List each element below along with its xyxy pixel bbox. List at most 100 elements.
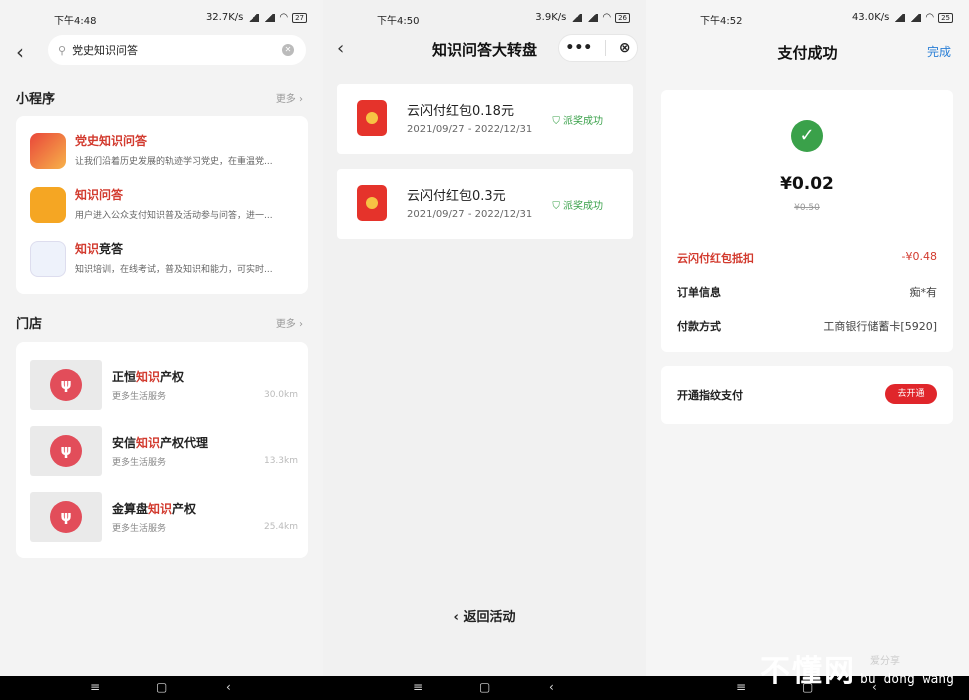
- payment-method-row: 付款方式 工商银行储蓄卡[5920]: [677, 320, 937, 333]
- store-name: 正恒知识产权: [112, 370, 185, 384]
- done-button[interactable]: 完成: [927, 43, 951, 60]
- store-item[interactable]: ψ 正恒知识产权 更多生活服务 30.0km: [30, 360, 298, 414]
- store-image: ψ: [30, 492, 102, 542]
- network-speed: 3.9K/s: [535, 12, 567, 23]
- wifi-icon: ◠: [602, 12, 612, 23]
- miniprogram-name: 知识问答: [75, 188, 124, 202]
- checkmark-icon: ✓: [791, 120, 823, 152]
- reward-card[interactable]: 云闪付红包0.18元 2021/09/27 - 2022/12/31 ⛉ 派奖成…: [337, 84, 633, 154]
- battery-icon: 25: [938, 12, 953, 23]
- signal-icon: [247, 13, 260, 22]
- menu-icon[interactable]: ≡: [90, 680, 100, 694]
- store-list: ψ 正恒知识产权 更多生活服务 30.0km ψ 安信知识产权代理 更多生活服务…: [16, 342, 308, 558]
- store-name: 安信知识产权代理: [112, 436, 209, 450]
- fingerprint-pay-card: 开通指纹支付 去开通: [661, 366, 953, 424]
- store-logo-icon: ψ: [50, 501, 82, 533]
- store-name: 金算盘知识产权: [112, 502, 197, 516]
- qa-app-icon: [30, 187, 66, 223]
- store-distance: 13.3km: [263, 456, 298, 466]
- reward-status: ⛉ 派奖成功: [552, 201, 603, 212]
- paid-amount: ¥0.02: [780, 174, 834, 194]
- watermark: 不懂网 爱分享 bu dong wang: [760, 654, 954, 689]
- store-item[interactable]: ψ 安信知识产权代理 更多生活服务 13.3km: [30, 426, 298, 480]
- title-bar: ‹ 知识问答大转盘 ••• ⊗: [323, 30, 646, 70]
- return-activity-button[interactable]: ‹ 返回活动: [323, 606, 646, 625]
- search-results-screen: 下午4:48 32.7K/s ◠ 27 ‹ ⚲ 党史知识问答 ✕ 小程序 更多 …: [0, 0, 323, 676]
- red-envelope-icon: [357, 100, 387, 136]
- status-time: 下午4:48: [54, 16, 97, 27]
- status-time: 下午4:50: [377, 16, 420, 27]
- signal-icon-2: [263, 13, 276, 22]
- stores-more-link[interactable]: 更多 ›: [276, 315, 303, 330]
- back-arrow-icon[interactable]: ‹: [16, 40, 24, 64]
- system-nav-bar: ≡ ▢ ‹: [323, 676, 646, 700]
- network-speed: 43.0K/s: [851, 12, 890, 23]
- miniprograms-more-link[interactable]: 更多 ›: [276, 90, 303, 105]
- network-speed: 32.7K/s: [205, 12, 244, 23]
- miniprogram-desc: 让我们沿着历史发展的轨迹学习党史，在重温党...: [75, 157, 273, 167]
- reward-status: ⛉ 派奖成功: [552, 116, 603, 127]
- miniprogram-list: 党史知识问答 让我们沿着历史发展的轨迹学习党史，在重温党... 知识问答 用户进…: [16, 116, 308, 294]
- back-icon[interactable]: ‹: [226, 680, 231, 694]
- store-subtitle: 更多生活服务: [112, 392, 167, 402]
- reward-title: 云闪付红包0.18元: [407, 104, 514, 119]
- wifi-icon: ◠: [925, 12, 935, 23]
- quiz-rewards-screen: 下午4:50 3.9K/s ◠ 26 ‹ 知识问答大转盘 ••• ⊗ 云闪付红包…: [323, 0, 646, 676]
- miniprogram-item[interactable]: 党史知识问答 让我们沿着历史发展的轨迹学习党史，在重温党...: [28, 130, 298, 174]
- red-envelope-icon: [357, 185, 387, 221]
- signal-icon: [893, 13, 906, 22]
- store-logo-icon: ψ: [50, 369, 82, 401]
- signal-icon-2: [909, 13, 922, 22]
- close-icon[interactable]: ⊗: [619, 40, 631, 56]
- signal-icon: [570, 13, 583, 22]
- status-bar: 下午4:52 43.0K/s ◠ 25: [646, 0, 969, 36]
- miniprograms-title: 小程序: [16, 92, 56, 107]
- payment-summary: ✓ ¥0.02 ¥0.50 云闪付红包抵扣 -¥0.48 订单信息 痴*有 付款方式…: [661, 90, 953, 352]
- store-subtitle: 更多生活服务: [112, 524, 167, 534]
- status-bar: 下午4:48 32.7K/s ◠ 27: [0, 0, 323, 36]
- store-distance: 30.0km: [263, 390, 298, 400]
- enable-fingerprint-button[interactable]: 去开通: [885, 384, 937, 404]
- store-distance: 25.4km: [263, 522, 298, 532]
- search-query: 党史知识问答: [72, 44, 139, 57]
- order-info-row: 订单信息 痴*有: [677, 286, 937, 299]
- home-icon[interactable]: ▢: [156, 680, 167, 694]
- clear-icon[interactable]: ✕: [282, 44, 294, 56]
- miniprogram-capsule: ••• ⊗: [558, 34, 638, 62]
- original-amount: ¥0.50: [794, 203, 820, 213]
- miniprogram-item[interactable]: 知识竞答 知识培训，在线考试，普及知识和能力，可实时...: [28, 238, 298, 282]
- reward-date: 2021/09/27 - 2022/12/31: [407, 209, 533, 220]
- store-item[interactable]: ψ 金算盘知识产权 更多生活服务 25.4km: [30, 492, 298, 546]
- miniprogram-item[interactable]: 知识问答 用户进入公众支付知识普及活动参与问答，进一...: [28, 184, 298, 228]
- store-logo-icon: ψ: [50, 435, 82, 467]
- party-history-app-icon: [30, 133, 66, 169]
- search-icon: ⚲: [58, 43, 67, 57]
- back-icon[interactable]: ‹: [549, 680, 554, 694]
- battery-icon: 26: [615, 12, 630, 23]
- store-image: ψ: [30, 426, 102, 476]
- miniprogram-name: 党史知识问答: [75, 134, 148, 148]
- discount-row: 云闪付红包抵扣 -¥0.48: [677, 250, 937, 265]
- menu-icon[interactable]: ≡: [413, 680, 423, 694]
- reward-card[interactable]: 云闪付红包0.3元 2021/09/27 - 2022/12/31 ⛉ 派奖成功: [337, 169, 633, 239]
- stores-title: 门店: [16, 317, 43, 332]
- search-input[interactable]: ⚲ 党史知识问答 ✕: [48, 35, 306, 65]
- store-image: ψ: [30, 360, 102, 410]
- system-nav-bar: ≡ ▢ ‹: [0, 676, 323, 700]
- signal-icon-2: [586, 13, 599, 22]
- more-menu-icon[interactable]: •••: [565, 40, 592, 56]
- store-subtitle: 更多生活服务: [112, 458, 167, 468]
- fingerprint-pay-label: 开通指纹支付: [677, 389, 743, 402]
- page-title: 支付成功: [777, 44, 838, 62]
- battery-icon: 27: [292, 12, 307, 23]
- miniprogram-desc: 用户进入公众支付知识普及活动参与问答，进一...: [75, 211, 273, 221]
- shield-check-icon: ⛉: [552, 201, 560, 212]
- quiz-app-icon: [30, 241, 66, 277]
- shield-check-icon: ⛉: [552, 116, 560, 127]
- miniprogram-name: 知识竞答: [75, 242, 124, 256]
- payment-success-screen: 下午4:52 43.0K/s ◠ 25 支付成功 完成 ✓ ¥0.02 ¥0.5…: [646, 0, 969, 676]
- wifi-icon: ◠: [279, 12, 289, 23]
- home-icon[interactable]: ▢: [479, 680, 490, 694]
- menu-icon[interactable]: ≡: [736, 680, 746, 694]
- status-time: 下午4:52: [700, 16, 743, 27]
